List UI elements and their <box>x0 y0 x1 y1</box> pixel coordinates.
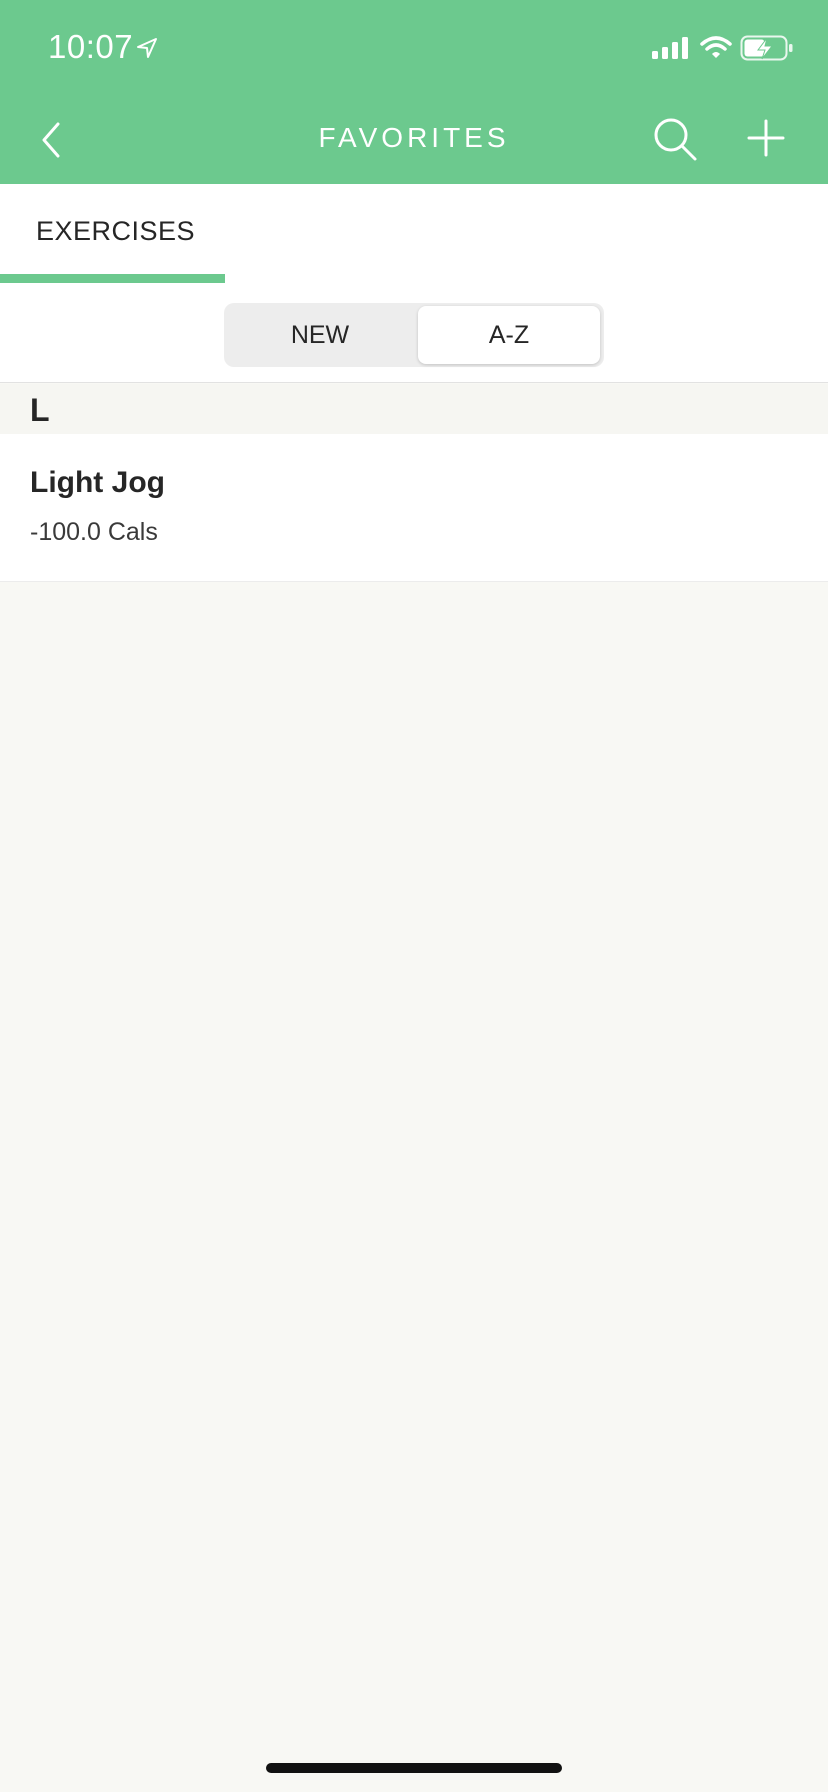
home-indicator[interactable] <box>266 1763 562 1773</box>
section-header: L <box>0 384 828 434</box>
location-arrow-icon <box>137 38 157 58</box>
wifi-icon <box>700 36 732 58</box>
tab-label: EXERCISES <box>36 216 196 246</box>
sort-az-option[interactable]: A-Z <box>418 306 600 364</box>
search-button[interactable] <box>652 116 698 162</box>
status-time: 10:07 <box>48 28 134 65</box>
list-item[interactable]: Light Jog -100.0 Cals <box>0 434 828 582</box>
signal-icon <box>652 37 688 59</box>
tab-bar: EXERCISES <box>0 184 828 284</box>
section-letter: L <box>30 392 50 428</box>
page-title: FAVORITES <box>318 122 510 153</box>
sort-new-option[interactable]: NEW <box>228 307 412 363</box>
active-tab-indicator <box>0 274 225 283</box>
battery-charging-icon <box>740 35 793 61</box>
add-button[interactable] <box>746 118 786 158</box>
exercise-calories: -100.0 Cals <box>30 518 158 546</box>
sort-segmented-control: NEW A-Z <box>224 303 604 367</box>
tab-exercises[interactable]: EXERCISES <box>0 184 225 284</box>
app-header: 10:07 FAVORITES <box>0 0 828 184</box>
sort-control-area: NEW A-Z <box>0 284 828 383</box>
exercise-name: Light Jog <box>30 466 165 499</box>
